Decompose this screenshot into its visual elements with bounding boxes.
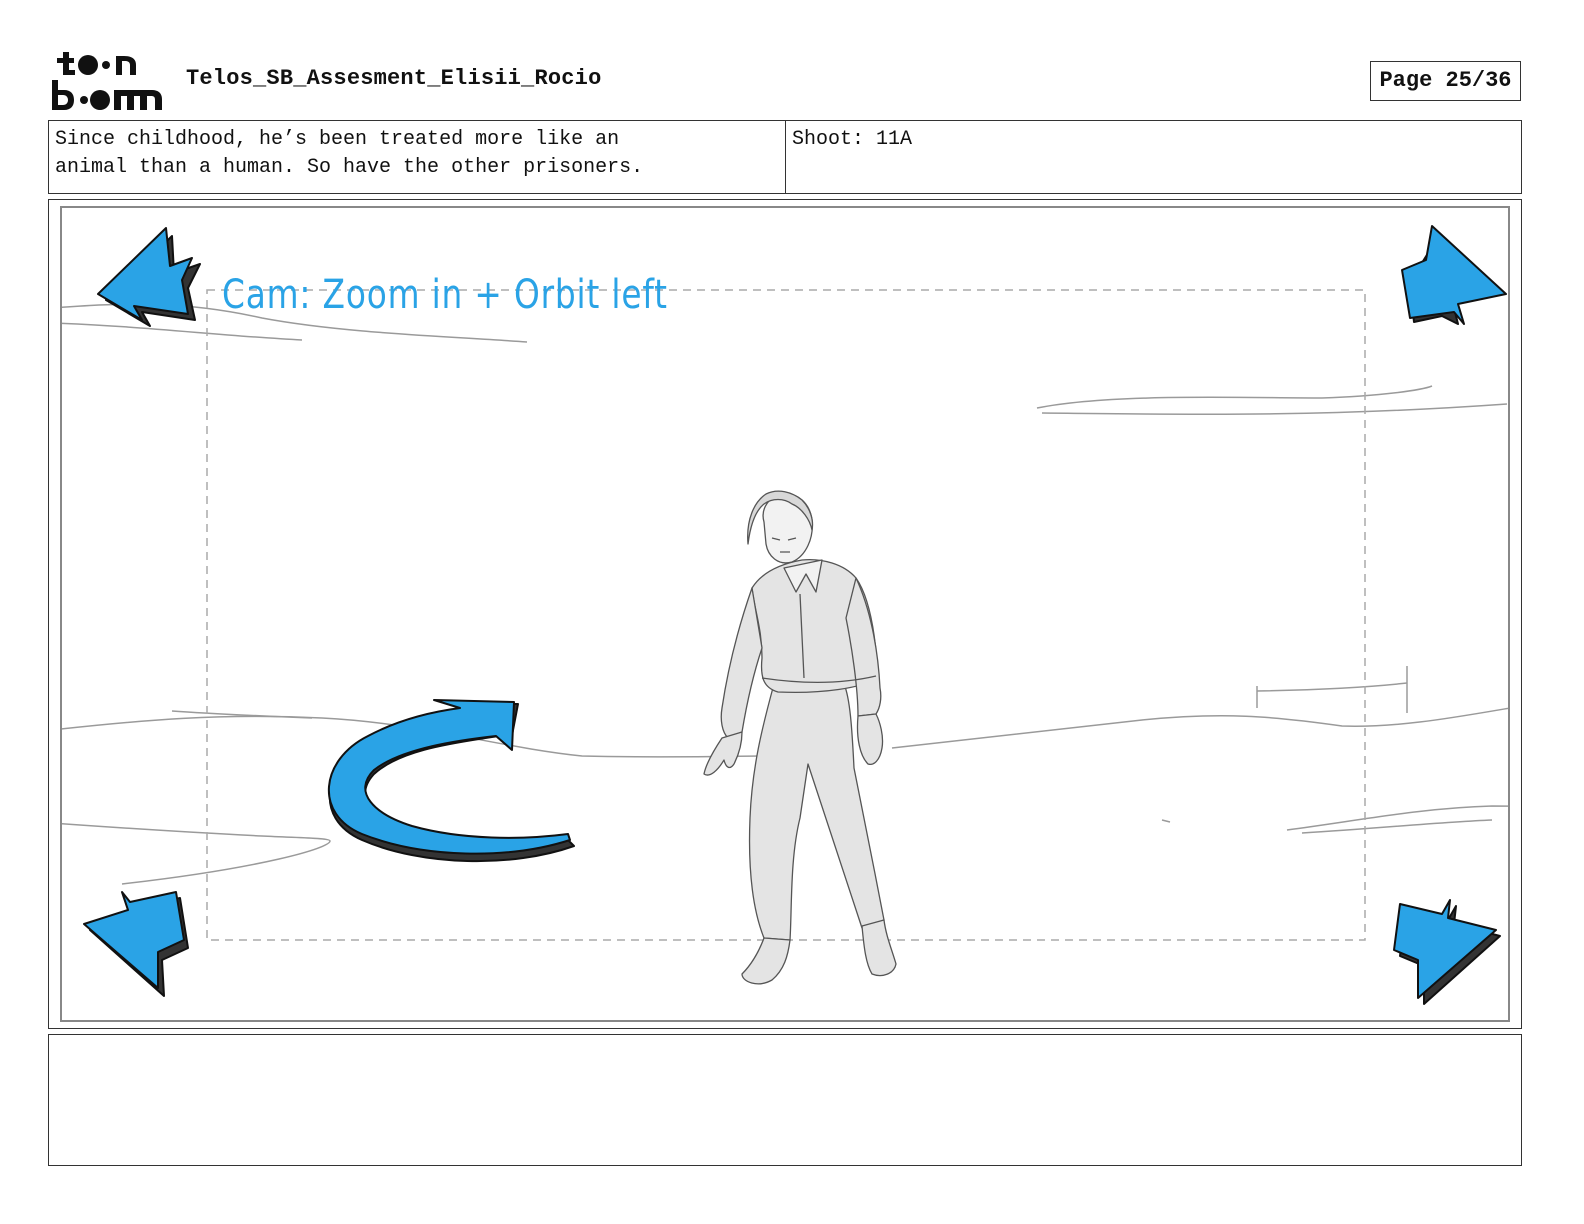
storyboard-panel: Cam: Zoom in + Orbit left (60, 206, 1510, 1022)
orbit-arrow-icon (327, 699, 575, 863)
panel-info-row: Since childhood, he’s been treated more … (48, 120, 1522, 194)
shoot-label: Shoot: 11A (792, 128, 913, 151)
camera-note: Cam: Zoom in + Orbit left (222, 272, 668, 318)
page-indicator: Page 25/36 (1370, 61, 1521, 101)
character-sketch (703, 490, 897, 985)
project-title: Telos_SB_Assesment_Elisii_Rocio (186, 66, 602, 91)
toon-boom-logo (52, 52, 162, 110)
dialogue-text: Since childhood, he’s been treated more … (49, 121, 786, 193)
notes-box (48, 1034, 1522, 1166)
panel-drawing (62, 225, 1508, 1005)
